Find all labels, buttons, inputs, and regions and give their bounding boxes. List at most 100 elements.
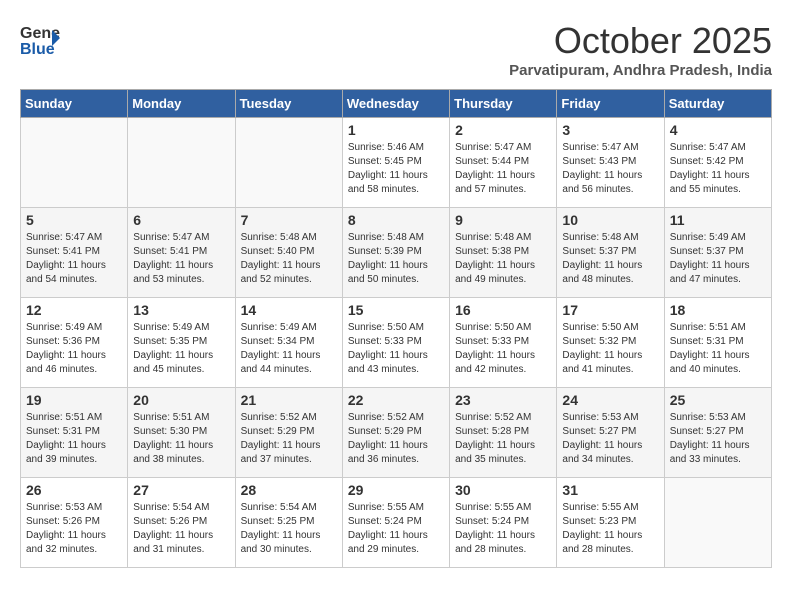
day-number: 22 [348, 392, 444, 408]
calendar-cell: 20 Sunrise: 5:51 AM Sunset: 5:30 PM Dayli… [128, 388, 235, 478]
day-info: Sunrise: 5:48 AM Sunset: 5:37 PM Dayligh… [562, 231, 658, 287]
day-info: Sunrise: 5:54 AM Sunset: 5:26 PM Dayligh… [133, 501, 229, 557]
calendar-cell: 13 Sunrise: 5:49 AM Sunset: 5:35 PM Dayli… [128, 298, 235, 388]
day-number: 11 [670, 212, 766, 228]
day-info: Sunrise: 5:50 AM Sunset: 5:33 PM Dayligh… [348, 321, 444, 377]
calendar-cell [664, 478, 771, 568]
logo: General Blue [20, 20, 60, 56]
weekday-thursday: Thursday [450, 90, 557, 118]
calendar-cell: 25 Sunrise: 5:53 AM Sunset: 5:27 PM Dayli… [664, 388, 771, 478]
calendar-cell [235, 118, 342, 208]
calendar-week-0: 1 Sunrise: 5:46 AM Sunset: 5:45 PM Daylig… [21, 118, 772, 208]
day-info: Sunrise: 5:53 AM Sunset: 5:26 PM Dayligh… [26, 501, 122, 557]
day-info: Sunrise: 5:47 AM Sunset: 5:42 PM Dayligh… [670, 141, 766, 197]
calendar-week-4: 26Sunrise: 5:53 AM Sunset: 5:26 PM Dayli… [21, 478, 772, 568]
day-info: Sunrise: 5:47 AM Sunset: 5:41 PM Dayligh… [133, 231, 229, 287]
day-info: Sunrise: 5:55 AM Sunset: 5:23 PM Dayligh… [562, 501, 658, 557]
svg-text:Blue: Blue [20, 41, 55, 56]
weekday-monday: Monday [128, 90, 235, 118]
weekday-header-row: SundayMondayTuesdayWednesdayThursdayFrid… [21, 90, 772, 118]
calendar-table: SundayMondayTuesdayWednesdayThursdayFrid… [20, 89, 772, 568]
day-number: 29 [348, 482, 444, 498]
calendar-cell: 2Sunrise: 5:47 AM Sunset: 5:44 PM Daylig… [450, 118, 557, 208]
day-number: 14 [241, 302, 337, 318]
calendar-cell: 10 Sunrise: 5:48 AM Sunset: 5:37 PM Dayli… [557, 208, 664, 298]
page-header: General Blue October 2025 Parvatipuram, … [20, 20, 772, 79]
calendar-cell: 1 Sunrise: 5:46 AM Sunset: 5:45 PM Daylig… [342, 118, 449, 208]
day-info: Sunrise: 5:49 AM Sunset: 5:35 PM Dayligh… [133, 321, 229, 377]
day-info: Sunrise: 5:55 AM Sunset: 5:24 PM Dayligh… [348, 501, 444, 557]
calendar-cell: 23Sunrise: 5:52 AM Sunset: 5:28 PM Dayli… [450, 388, 557, 478]
calendar-cell: 8 Sunrise: 5:48 AM Sunset: 5:39 PM Daylig… [342, 208, 449, 298]
day-number: 28 [241, 482, 337, 498]
day-info: Sunrise: 5:48 AM Sunset: 5:39 PM Dayligh… [348, 231, 444, 287]
day-number: 13 [133, 302, 229, 318]
calendar-cell: 14 Sunrise: 5:49 AM Sunset: 5:34 PM Dayli… [235, 298, 342, 388]
day-info: Sunrise: 5:46 AM Sunset: 5:45 PM Dayligh… [348, 141, 444, 197]
day-number: 5 [26, 212, 122, 228]
day-info: Sunrise: 5:55 AM Sunset: 5:24 PM Dayligh… [455, 501, 551, 557]
day-info: Sunrise: 5:47 AM Sunset: 5:41 PM Dayligh… [26, 231, 122, 287]
calendar-cell [128, 118, 235, 208]
calendar-cell: 27 Sunrise: 5:54 AM Sunset: 5:26 PM Dayli… [128, 478, 235, 568]
day-number: 21 [241, 392, 337, 408]
weekday-tuesday: Tuesday [235, 90, 342, 118]
day-number: 19 [26, 392, 122, 408]
day-number: 20 [133, 392, 229, 408]
calendar-week-1: 5 Sunrise: 5:47 AM Sunset: 5:41 PM Daylig… [21, 208, 772, 298]
day-info: Sunrise: 5:49 AM Sunset: 5:36 PM Dayligh… [26, 321, 122, 377]
day-info: Sunrise: 5:51 AM Sunset: 5:31 PM Dayligh… [26, 411, 122, 467]
calendar-cell: 31 Sunrise: 5:55 AM Sunset: 5:23 PM Dayli… [557, 478, 664, 568]
calendar-cell: 28Sunrise: 5:54 AM Sunset: 5:25 PM Dayli… [235, 478, 342, 568]
calendar-cell: 19 Sunrise: 5:51 AM Sunset: 5:31 PM Dayli… [21, 388, 128, 478]
day-info: Sunrise: 5:51 AM Sunset: 5:30 PM Dayligh… [133, 411, 229, 467]
day-info: Sunrise: 5:51 AM Sunset: 5:31 PM Dayligh… [670, 321, 766, 377]
day-number: 31 [562, 482, 658, 498]
day-info: Sunrise: 5:52 AM Sunset: 5:29 PM Dayligh… [348, 411, 444, 467]
day-info: Sunrise: 5:53 AM Sunset: 5:27 PM Dayligh… [670, 411, 766, 467]
weekday-sunday: Sunday [21, 90, 128, 118]
logo-icon: General Blue [20, 20, 60, 56]
calendar-cell: 29 Sunrise: 5:55 AM Sunset: 5:24 PM Dayli… [342, 478, 449, 568]
day-number: 25 [670, 392, 766, 408]
day-info: Sunrise: 5:49 AM Sunset: 5:34 PM Dayligh… [241, 321, 337, 377]
calendar-cell: 3Sunrise: 5:47 AM Sunset: 5:43 PM Daylig… [557, 118, 664, 208]
day-info: Sunrise: 5:52 AM Sunset: 5:29 PM Dayligh… [241, 411, 337, 467]
day-number: 15 [348, 302, 444, 318]
day-number: 16 [455, 302, 551, 318]
calendar-cell: 11Sunrise: 5:49 AM Sunset: 5:37 PM Dayli… [664, 208, 771, 298]
location: Parvatipuram, Andhra Pradesh, India [509, 62, 772, 79]
calendar-cell: 12 Sunrise: 5:49 AM Sunset: 5:36 PM Dayli… [21, 298, 128, 388]
calendar-cell: 9Sunrise: 5:48 AM Sunset: 5:38 PM Daylig… [450, 208, 557, 298]
calendar-body: 1 Sunrise: 5:46 AM Sunset: 5:45 PM Daylig… [21, 118, 772, 568]
day-number: 7 [241, 212, 337, 228]
day-number: 8 [348, 212, 444, 228]
calendar-cell: 7 Sunrise: 5:48 AM Sunset: 5:40 PM Daylig… [235, 208, 342, 298]
day-number: 1 [348, 122, 444, 138]
day-info: Sunrise: 5:50 AM Sunset: 5:33 PM Dayligh… [455, 321, 551, 377]
weekday-saturday: Saturday [664, 90, 771, 118]
calendar-cell [21, 118, 128, 208]
day-number: 4 [670, 122, 766, 138]
day-number: 12 [26, 302, 122, 318]
calendar-cell: 15 Sunrise: 5:50 AM Sunset: 5:33 PM Dayli… [342, 298, 449, 388]
day-number: 27 [133, 482, 229, 498]
day-info: Sunrise: 5:50 AM Sunset: 5:32 PM Dayligh… [562, 321, 658, 377]
calendar-cell: 4 Sunrise: 5:47 AM Sunset: 5:42 PM Daylig… [664, 118, 771, 208]
day-info: Sunrise: 5:48 AM Sunset: 5:40 PM Dayligh… [241, 231, 337, 287]
weekday-wednesday: Wednesday [342, 90, 449, 118]
calendar-cell: 22 Sunrise: 5:52 AM Sunset: 5:29 PM Dayli… [342, 388, 449, 478]
calendar-cell: 21 Sunrise: 5:52 AM Sunset: 5:29 PM Dayli… [235, 388, 342, 478]
month-title: October 2025 [509, 20, 772, 62]
day-number: 9 [455, 212, 551, 228]
day-number: 18 [670, 302, 766, 318]
day-info: Sunrise: 5:52 AM Sunset: 5:28 PM Dayligh… [455, 411, 551, 467]
day-info: Sunrise: 5:53 AM Sunset: 5:27 PM Dayligh… [562, 411, 658, 467]
title-area: October 2025 Parvatipuram, Andhra Prades… [509, 20, 772, 79]
calendar-cell: 26Sunrise: 5:53 AM Sunset: 5:26 PM Dayli… [21, 478, 128, 568]
day-number: 3 [562, 122, 658, 138]
calendar-week-3: 19 Sunrise: 5:51 AM Sunset: 5:31 PM Dayli… [21, 388, 772, 478]
calendar-cell: 6Sunrise: 5:47 AM Sunset: 5:41 PM Daylig… [128, 208, 235, 298]
day-number: 30 [455, 482, 551, 498]
day-number: 10 [562, 212, 658, 228]
